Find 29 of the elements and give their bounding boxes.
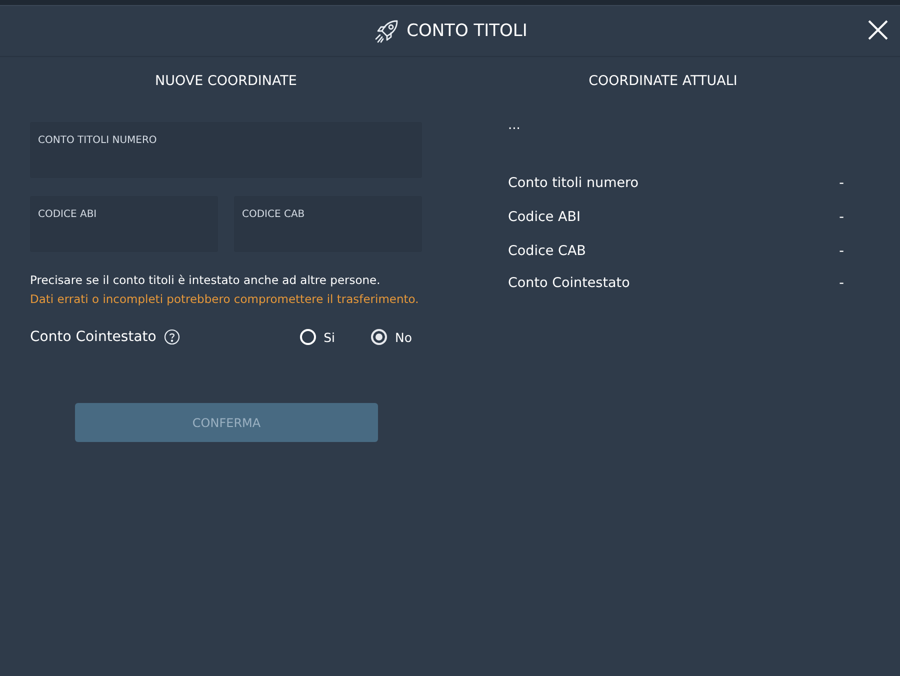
detail-label: Conto titoli numero: [508, 175, 639, 191]
close-icon: [868, 20, 888, 40]
placeholder-text: ...: [508, 118, 522, 135]
info-text: Precisare se il conto titoli è intestato anche ad altre persone.: [30, 273, 382, 287]
radio-option[interactable]: Si: [300, 329, 335, 345]
field-label: CODICE ABI: [38, 209, 97, 220]
field-label: Conto Cointestato: [30, 329, 156, 345]
option-label: Si: [324, 330, 335, 344]
section-heading: COORDINATE ATTUALI: [588, 73, 738, 91]
detail-label: Codice CAB: [508, 243, 586, 259]
input-field[interactable]: CONTO TITOLI NUMERO: [30, 122, 422, 178]
dialog-title: CONTO TITOLI: [406, 21, 528, 41]
section-heading: NUOVE COORDINATE: [154, 73, 298, 91]
help-icon[interactable]: [164, 329, 180, 345]
input-field[interactable]: CODICE CAB: [234, 196, 422, 252]
option-label: No: [395, 330, 412, 344]
detail-value: -: [839, 175, 844, 191]
close-button[interactable]: [868, 20, 888, 40]
field-label: CONTO TITOLI NUMERO: [38, 135, 157, 146]
input-field[interactable]: CODICE ABI: [30, 196, 218, 252]
detail-value: -: [839, 275, 844, 291]
detail-value: -: [839, 243, 844, 259]
detail-label: Conto Cointestato: [508, 275, 630, 291]
detail-label: Codice ABI: [508, 209, 581, 225]
radio-button[interactable]: [371, 329, 387, 345]
warning-text: Dati errati o incompleti potrebbero compromettere il trasferimento.: [30, 292, 420, 306]
detail-value: -: [839, 209, 844, 225]
radio-option[interactable]: No: [371, 329, 412, 345]
field-label: CODICE CAB: [242, 209, 305, 220]
